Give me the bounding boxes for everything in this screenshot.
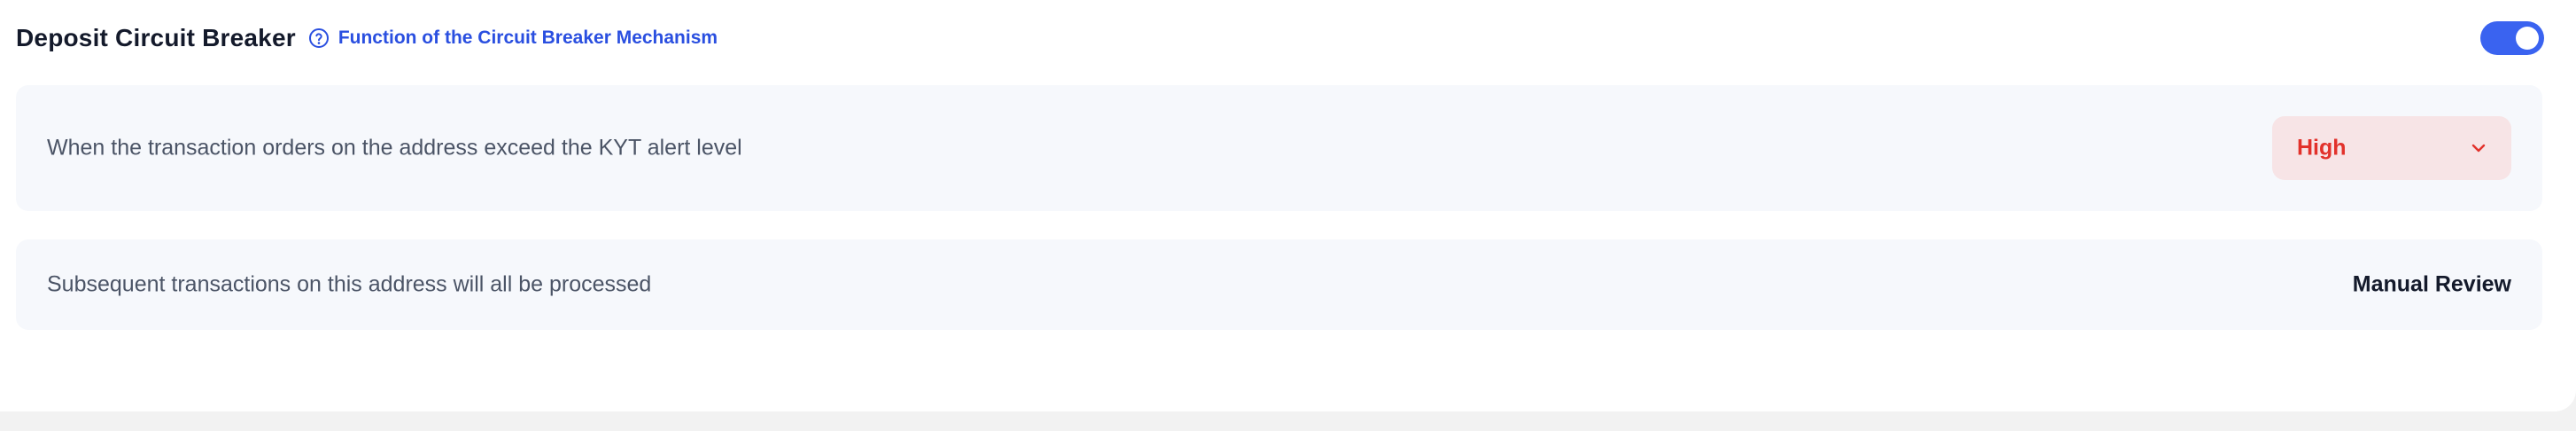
kyt-alert-rule-row: When the transaction orders on the addre…	[16, 85, 2542, 211]
section-title: Deposit Circuit Breaker	[16, 24, 296, 51]
toggle-knob	[2516, 27, 2539, 50]
kyt-alert-level-select[interactable]: High	[2272, 116, 2511, 180]
selected-alert-level[interactable]: High	[2297, 136, 2347, 161]
processing-rule-row: Subsequent transactions on this address …	[16, 239, 2542, 330]
circuit-breaker-card: Deposit Circuit Breaker Function of the …	[0, 0, 2576, 411]
kyt-alert-rule-description: When the transaction orders on the addre…	[47, 135, 742, 161]
help-link-label[interactable]: Function of the Circuit Breaker Mechanis…	[338, 27, 718, 49]
circuit-breaker-toggle[interactable]	[2480, 21, 2544, 55]
question-circle-icon	[308, 28, 329, 48]
circuit-breaker-help-link[interactable]: Function of the Circuit Breaker Mechanis…	[308, 27, 718, 49]
processing-rule-description: Subsequent transactions on this address …	[47, 271, 652, 297]
processing-action-value: Manual Review	[2352, 271, 2511, 297]
chevron-down-icon[interactable]	[2469, 138, 2488, 158]
card-header: Deposit Circuit Breaker Function of the …	[16, 16, 718, 60]
